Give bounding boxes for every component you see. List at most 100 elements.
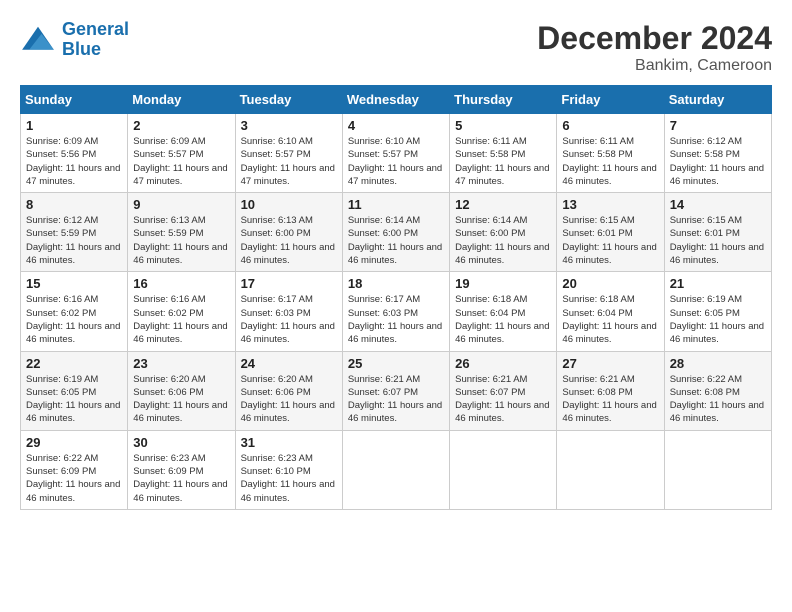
day-number: 3 [241, 118, 337, 133]
table-row: 16 Sunrise: 6:16 AM Sunset: 6:02 PM Dayl… [128, 272, 235, 351]
day-number: 29 [26, 435, 122, 450]
day-number: 13 [562, 197, 658, 212]
table-row: 30 Sunrise: 6:23 AM Sunset: 6:09 PM Dayl… [128, 430, 235, 509]
day-info: Sunrise: 6:23 AM Sunset: 6:10 PM Dayligh… [241, 452, 337, 505]
col-tuesday: Tuesday [235, 86, 342, 114]
day-number: 24 [241, 356, 337, 371]
logo-general: General [62, 19, 129, 39]
day-number: 8 [26, 197, 122, 212]
table-row: 10 Sunrise: 6:13 AM Sunset: 6:00 PM Dayl… [235, 193, 342, 272]
month-title: December 2024 [537, 20, 772, 57]
day-info: Sunrise: 6:22 AM Sunset: 6:09 PM Dayligh… [26, 452, 122, 505]
table-row: 27 Sunrise: 6:21 AM Sunset: 6:08 PM Dayl… [557, 351, 664, 430]
table-row: 21 Sunrise: 6:19 AM Sunset: 6:05 PM Dayl… [664, 272, 771, 351]
day-number: 18 [348, 276, 444, 291]
day-info: Sunrise: 6:17 AM Sunset: 6:03 PM Dayligh… [348, 293, 444, 346]
day-number: 16 [133, 276, 229, 291]
col-saturday: Saturday [664, 86, 771, 114]
calendar-week-row: 15 Sunrise: 6:16 AM Sunset: 6:02 PM Dayl… [21, 272, 772, 351]
col-monday: Monday [128, 86, 235, 114]
col-wednesday: Wednesday [342, 86, 449, 114]
table-row: 26 Sunrise: 6:21 AM Sunset: 6:07 PM Dayl… [450, 351, 557, 430]
table-row: 25 Sunrise: 6:21 AM Sunset: 6:07 PM Dayl… [342, 351, 449, 430]
table-row: 18 Sunrise: 6:17 AM Sunset: 6:03 PM Dayl… [342, 272, 449, 351]
table-row: 23 Sunrise: 6:20 AM Sunset: 6:06 PM Dayl… [128, 351, 235, 430]
logo: General Blue [20, 20, 129, 60]
day-info: Sunrise: 6:10 AM Sunset: 5:57 PM Dayligh… [241, 135, 337, 188]
day-number: 10 [241, 197, 337, 212]
day-info: Sunrise: 6:23 AM Sunset: 6:09 PM Dayligh… [133, 452, 229, 505]
day-number: 26 [455, 356, 551, 371]
table-row: 14 Sunrise: 6:15 AM Sunset: 6:01 PM Dayl… [664, 193, 771, 272]
day-number: 12 [455, 197, 551, 212]
logo-icon [20, 25, 56, 55]
day-number: 30 [133, 435, 229, 450]
table-row: 2 Sunrise: 6:09 AM Sunset: 5:57 PM Dayli… [128, 114, 235, 193]
day-info: Sunrise: 6:14 AM Sunset: 6:00 PM Dayligh… [348, 214, 444, 267]
day-info: Sunrise: 6:21 AM Sunset: 6:07 PM Dayligh… [348, 373, 444, 426]
day-info: Sunrise: 6:09 AM Sunset: 5:57 PM Dayligh… [133, 135, 229, 188]
table-row: 1 Sunrise: 6:09 AM Sunset: 5:56 PM Dayli… [21, 114, 128, 193]
day-number: 5 [455, 118, 551, 133]
location: Bankim, Cameroon [537, 57, 772, 75]
table-row: 22 Sunrise: 6:19 AM Sunset: 6:05 PM Dayl… [21, 351, 128, 430]
day-info: Sunrise: 6:15 AM Sunset: 6:01 PM Dayligh… [562, 214, 658, 267]
table-row: 29 Sunrise: 6:22 AM Sunset: 6:09 PM Dayl… [21, 430, 128, 509]
day-info: Sunrise: 6:19 AM Sunset: 6:05 PM Dayligh… [26, 373, 122, 426]
day-number: 31 [241, 435, 337, 450]
title-area: December 2024 Bankim, Cameroon [537, 20, 772, 75]
day-info: Sunrise: 6:13 AM Sunset: 6:00 PM Dayligh… [241, 214, 337, 267]
day-number: 23 [133, 356, 229, 371]
day-number: 28 [670, 356, 766, 371]
day-info: Sunrise: 6:11 AM Sunset: 5:58 PM Dayligh… [562, 135, 658, 188]
table-row [664, 430, 771, 509]
table-row: 11 Sunrise: 6:14 AM Sunset: 6:00 PM Dayl… [342, 193, 449, 272]
day-number: 20 [562, 276, 658, 291]
logo-blue: Blue [62, 39, 101, 59]
table-row: 12 Sunrise: 6:14 AM Sunset: 6:00 PM Dayl… [450, 193, 557, 272]
day-number: 25 [348, 356, 444, 371]
day-info: Sunrise: 6:21 AM Sunset: 6:07 PM Dayligh… [455, 373, 551, 426]
day-number: 4 [348, 118, 444, 133]
table-row [557, 430, 664, 509]
day-number: 21 [670, 276, 766, 291]
day-info: Sunrise: 6:22 AM Sunset: 6:08 PM Dayligh… [670, 373, 766, 426]
day-number: 9 [133, 197, 229, 212]
table-row: 28 Sunrise: 6:22 AM Sunset: 6:08 PM Dayl… [664, 351, 771, 430]
table-row: 15 Sunrise: 6:16 AM Sunset: 6:02 PM Dayl… [21, 272, 128, 351]
page-header: General Blue December 2024 Bankim, Camer… [20, 20, 772, 75]
day-number: 27 [562, 356, 658, 371]
day-info: Sunrise: 6:20 AM Sunset: 6:06 PM Dayligh… [241, 373, 337, 426]
calendar-header-row: Sunday Monday Tuesday Wednesday Thursday… [21, 86, 772, 114]
day-info: Sunrise: 6:17 AM Sunset: 6:03 PM Dayligh… [241, 293, 337, 346]
col-sunday: Sunday [21, 86, 128, 114]
day-number: 11 [348, 197, 444, 212]
table-row: 31 Sunrise: 6:23 AM Sunset: 6:10 PM Dayl… [235, 430, 342, 509]
table-row: 24 Sunrise: 6:20 AM Sunset: 6:06 PM Dayl… [235, 351, 342, 430]
table-row: 7 Sunrise: 6:12 AM Sunset: 5:58 PM Dayli… [664, 114, 771, 193]
day-info: Sunrise: 6:16 AM Sunset: 6:02 PM Dayligh… [133, 293, 229, 346]
day-info: Sunrise: 6:21 AM Sunset: 6:08 PM Dayligh… [562, 373, 658, 426]
calendar-week-row: 29 Sunrise: 6:22 AM Sunset: 6:09 PM Dayl… [21, 430, 772, 509]
table-row: 5 Sunrise: 6:11 AM Sunset: 5:58 PM Dayli… [450, 114, 557, 193]
table-row: 13 Sunrise: 6:15 AM Sunset: 6:01 PM Dayl… [557, 193, 664, 272]
day-info: Sunrise: 6:18 AM Sunset: 6:04 PM Dayligh… [455, 293, 551, 346]
calendar-week-row: 8 Sunrise: 6:12 AM Sunset: 5:59 PM Dayli… [21, 193, 772, 272]
day-info: Sunrise: 6:11 AM Sunset: 5:58 PM Dayligh… [455, 135, 551, 188]
calendar-table: Sunday Monday Tuesday Wednesday Thursday… [20, 85, 772, 510]
table-row: 17 Sunrise: 6:17 AM Sunset: 6:03 PM Dayl… [235, 272, 342, 351]
day-info: Sunrise: 6:14 AM Sunset: 6:00 PM Dayligh… [455, 214, 551, 267]
day-info: Sunrise: 6:12 AM Sunset: 5:59 PM Dayligh… [26, 214, 122, 267]
day-number: 7 [670, 118, 766, 133]
day-number: 19 [455, 276, 551, 291]
logo-text: General Blue [62, 20, 129, 60]
day-info: Sunrise: 6:13 AM Sunset: 5:59 PM Dayligh… [133, 214, 229, 267]
day-number: 14 [670, 197, 766, 212]
table-row: 20 Sunrise: 6:18 AM Sunset: 6:04 PM Dayl… [557, 272, 664, 351]
day-number: 6 [562, 118, 658, 133]
day-number: 1 [26, 118, 122, 133]
table-row: 4 Sunrise: 6:10 AM Sunset: 5:57 PM Dayli… [342, 114, 449, 193]
day-number: 17 [241, 276, 337, 291]
col-thursday: Thursday [450, 86, 557, 114]
day-info: Sunrise: 6:19 AM Sunset: 6:05 PM Dayligh… [670, 293, 766, 346]
